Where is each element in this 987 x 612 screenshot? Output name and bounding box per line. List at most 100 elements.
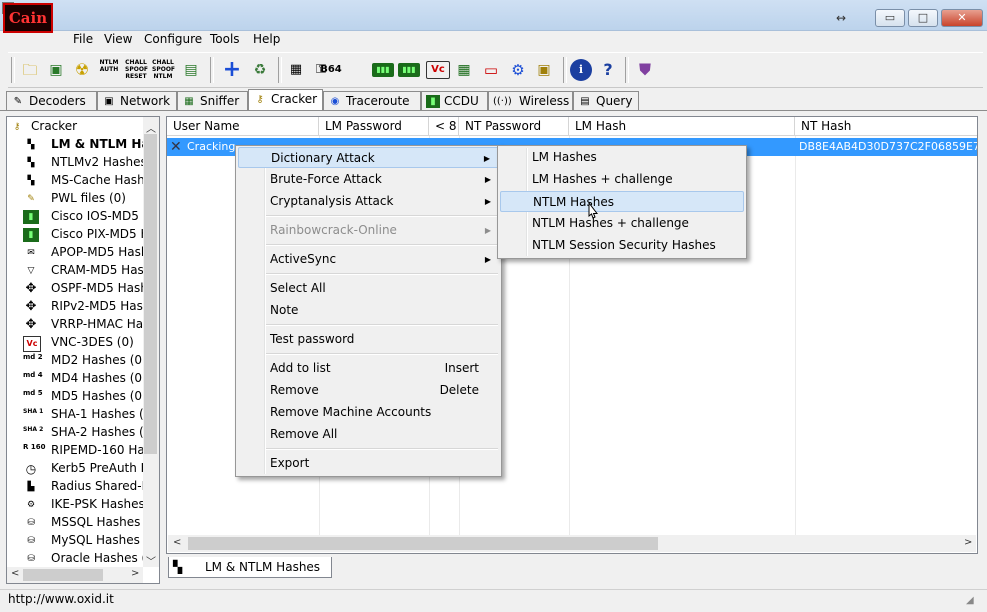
- tree-label: Cisco IOS-MD5 H: [51, 209, 152, 223]
- submenu-item-ntlm-hashes-challenge[interactable]: NTLM Hashes + challenge: [500, 213, 744, 234]
- menu-item-test-password[interactable]: Test password: [238, 329, 499, 350]
- monitor-icon[interactable]: ▤: [180, 59, 202, 81]
- maximize-button[interactable]: □: [908, 9, 938, 27]
- menu-item-label: Cryptanalysis Attack: [270, 194, 394, 208]
- exit-icon[interactable]: ⛊: [634, 59, 656, 81]
- menu-file[interactable]: File: [73, 32, 93, 46]
- toolbar-separator: [11, 57, 15, 83]
- submenu-item-ntlm-hashes[interactable]: NTLM Hashes: [500, 191, 744, 212]
- list-horizontal-scrollbar[interactable]: < >: [168, 535, 976, 552]
- menu-item-dictionary-attack[interactable]: Dictionary Attack ▶: [238, 147, 499, 168]
- tape-icon[interactable]: ▭: [480, 59, 502, 81]
- scroll-right-icon[interactable]: >: [964, 537, 972, 548]
- tab-decoders[interactable]: ✎ Decoders: [6, 91, 97, 110]
- resize-grip-icon[interactable]: ◢: [966, 595, 974, 606]
- menu-tools[interactable]: Tools: [210, 32, 240, 46]
- tab-label: Network: [120, 94, 171, 108]
- tree-label: VRRP-HMAC Has: [51, 317, 150, 331]
- chip-icon[interactable]: ▦: [453, 59, 475, 81]
- column-nt-hash[interactable]: NT Hash: [795, 117, 977, 136]
- menu-item-add-to-list[interactable]: Add to list Insert: [238, 358, 499, 379]
- menu-item-note[interactable]: Note: [238, 300, 499, 321]
- key-icon: ⚷: [256, 94, 264, 105]
- chall-spoof-reset-icon[interactable]: CHALL SPOOF RESET: [125, 59, 148, 81]
- scroll-right-icon[interactable]: >: [131, 568, 139, 579]
- chall-spoof-ntlm-icon[interactable]: CHALL SPOOF NTLM: [152, 59, 175, 81]
- lock-icon[interactable]: ▣: [533, 59, 555, 81]
- meter-icon[interactable]: ▮▮▮: [372, 63, 394, 77]
- tab-label: Wireless: [519, 94, 570, 108]
- network-card-icon[interactable]: ▣: [45, 59, 67, 81]
- category-tree[interactable]: ⚷ Cracker ▚ LM & NTLM Hash ▚ NTLMv2 Hashes …: [6, 116, 160, 584]
- help-icon[interactable]: ?: [597, 59, 619, 81]
- menu-item-label: Remove Machine Accounts: [270, 405, 432, 419]
- menu-view[interactable]: View: [104, 32, 132, 46]
- submenu-item-ntlm-session-security[interactable]: NTLM Session Security Hashes: [500, 235, 744, 256]
- menu-item-brute-force[interactable]: Brute-Force Attack ▶: [238, 169, 499, 190]
- menu-item-activesync[interactable]: ActiveSync ▶: [238, 249, 499, 270]
- column-lm-password[interactable]: LM Password: [319, 117, 429, 136]
- menu-item-remove-machine-accounts[interactable]: Remove Machine Accounts: [238, 402, 499, 423]
- menu-item-remove[interactable]: Remove Delete: [238, 380, 499, 401]
- column-lt8[interactable]: < 8: [429, 117, 459, 136]
- status-text: http://www.oxid.it: [8, 592, 114, 606]
- column-lm-hash[interactable]: LM Hash: [569, 117, 795, 136]
- menu-item-cryptanalysis[interactable]: Cryptanalysis Attack ▶: [238, 191, 499, 212]
- column-user-name[interactable]: User Name: [167, 117, 319, 136]
- hash-icon: ▚: [27, 176, 35, 186]
- tab-network[interactable]: ▣ Network: [97, 91, 177, 110]
- tree-horizontal-scrollbar[interactable]: < >: [7, 567, 143, 583]
- menu-bar: File View Configure Tools Help: [0, 30, 987, 50]
- server-icon: ▙: [27, 482, 35, 492]
- tab-label: Query: [596, 94, 633, 108]
- tab-label: CCDU: [444, 94, 479, 108]
- base64-icon[interactable]: B64: [320, 59, 342, 81]
- menu-item-export[interactable]: Export: [238, 453, 499, 474]
- menu-item-label: Add to list: [270, 361, 331, 375]
- decoder-icon: ✎: [13, 96, 23, 107]
- menu-separator: [266, 324, 498, 326]
- menu-item-label: NTLM Session Security Hashes: [532, 238, 716, 252]
- add-icon[interactable]: +: [221, 59, 243, 81]
- mail-icon: ✉: [27, 248, 35, 258]
- open-folder-icon[interactable]: 🗀: [19, 59, 41, 81]
- tab-ccdu[interactable]: ▮ CCDU: [421, 91, 488, 110]
- bottom-tab-lm-ntlm[interactable]: ▚ LM & NTLM Hashes: [168, 557, 332, 578]
- scroll-thumb[interactable]: [23, 569, 103, 581]
- tab-cracker[interactable]: ⚷ Cracker: [248, 89, 323, 110]
- scroll-left-icon[interactable]: <: [173, 537, 181, 548]
- scroll-thumb[interactable]: [188, 537, 658, 550]
- submenu-item-lm-hashes-challenge[interactable]: LM Hashes + challenge: [500, 169, 744, 190]
- clock-icon: ◷: [25, 462, 37, 476]
- submenu-item-lm-hashes[interactable]: LM Hashes: [500, 147, 744, 168]
- tree-label: PWL files (0): [51, 191, 126, 205]
- minimize-button[interactable]: ▭: [875, 9, 905, 27]
- menu-item-remove-all[interactable]: Remove All: [238, 424, 499, 445]
- vnc-icon[interactable]: Vc: [426, 61, 450, 79]
- recycle-icon[interactable]: ♻: [249, 59, 271, 81]
- tree-vertical-scrollbar[interactable]: ︿ ﹀: [143, 117, 159, 568]
- close-button[interactable]: ✕: [941, 9, 983, 27]
- menu-configure[interactable]: Configure: [144, 32, 202, 46]
- column-nt-password[interactable]: NT Password: [459, 117, 569, 136]
- tab-sniffer[interactable]: ▦ Sniffer: [177, 91, 248, 110]
- scroll-thumb[interactable]: [144, 134, 157, 454]
- menu-item-select-all[interactable]: Select All: [238, 278, 499, 299]
- tab-wireless[interactable]: ((·)) Wireless: [488, 91, 573, 110]
- calculator-icon[interactable]: ▦: [285, 59, 307, 81]
- scroll-down-icon[interactable]: ﹀: [146, 553, 156, 568]
- gear-icon[interactable]: ⚙: [507, 59, 529, 81]
- scroll-up-icon[interactable]: ︿: [146, 120, 156, 135]
- hash-icon: ▚: [27, 158, 35, 168]
- tree-label: Cisco PIX-MD5 Ha: [51, 227, 157, 241]
- ntlm-auth-icon[interactable]: NTLM AUTH: [98, 59, 120, 81]
- tree-label: RIPv2-MD5 Hashe: [51, 299, 158, 313]
- scroll-left-icon[interactable]: <: [11, 568, 19, 579]
- ccdu-icon: ▮: [426, 95, 440, 108]
- meter-icon-2[interactable]: ▮▮▮: [398, 63, 420, 77]
- tab-traceroute[interactable]: ◉ Traceroute: [323, 91, 421, 110]
- menu-help[interactable]: Help: [253, 32, 280, 46]
- radiation-icon[interactable]: ☢: [71, 59, 93, 81]
- info-icon[interactable]: i: [570, 59, 592, 81]
- tab-query[interactable]: ▤ Query: [573, 91, 639, 110]
